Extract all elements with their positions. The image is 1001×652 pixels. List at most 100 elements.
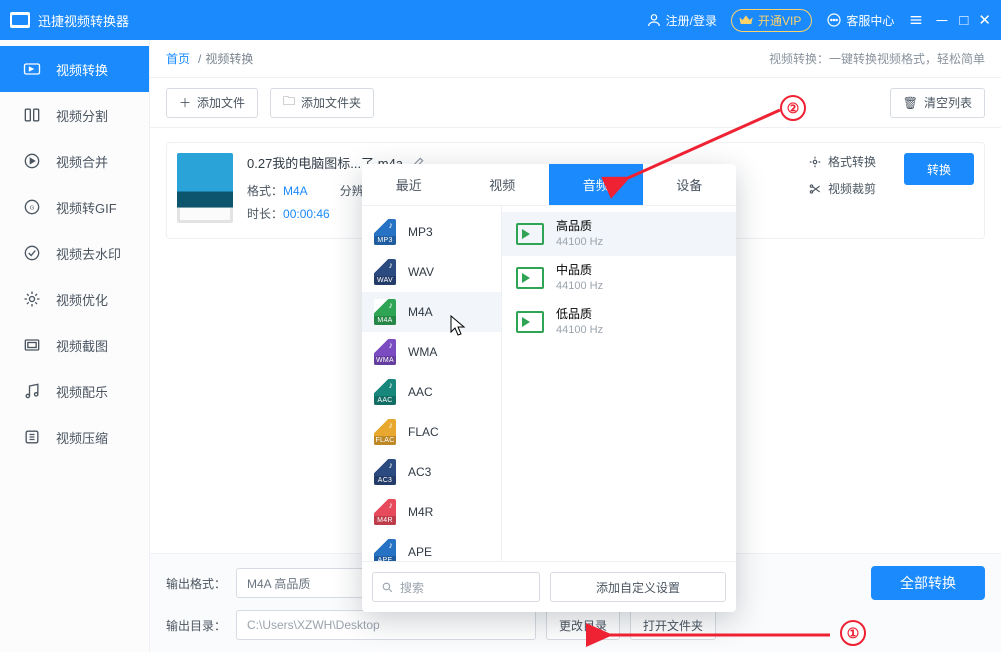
format-item-ac3[interactable]: AC3 (362, 452, 501, 492)
format-item-m4r[interactable]: M4R (362, 492, 501, 532)
close-button[interactable]: ✕ (978, 11, 991, 29)
format-convert-action[interactable]: 格式转换 (808, 153, 876, 170)
titlebar: 迅捷视频转换器 注册/登录 开通VIP 客服中心 － □ ✕ (0, 0, 1001, 40)
add-file-button[interactable]: ＋添加文件 (166, 88, 258, 118)
sidebar-item-label: 视频优化 (56, 290, 108, 309)
chat-icon (826, 12, 842, 28)
convert-button[interactable]: 转换 (904, 153, 974, 185)
file-format: M4A (283, 184, 308, 198)
quality-item-1[interactable]: 中品质44100 Hz (502, 256, 736, 300)
change-dir-button[interactable]: 更改目录 (546, 610, 620, 640)
search-placeholder: 搜索 (400, 579, 424, 596)
sidebar-item-convert[interactable]: 视频转换 (0, 46, 149, 92)
sidebar-item-split[interactable]: 视频分割 (0, 92, 149, 138)
format-popup: 最近 视频 音频 设备 MP3 WAV M4A WMA AAC FLAC AC3 M4R APE… (362, 164, 736, 612)
open-dir-label: 打开文件夹 (643, 617, 703, 634)
sidebar-item-compress[interactable]: 视频压缩 (0, 414, 149, 460)
format-label: AC3 (408, 465, 431, 479)
sidebar-item-optimize[interactable]: 视频优化 (0, 276, 149, 322)
quality-sub: 44100 Hz (556, 323, 603, 337)
open-dir-button[interactable]: 打开文件夹 (630, 610, 716, 640)
quality-title: 低品质 (556, 307, 603, 323)
quality-icon (516, 311, 544, 333)
folder-icon: 🗀 (283, 92, 295, 113)
format-label: M4A (408, 305, 433, 319)
format-search-input[interactable]: 搜索 (372, 572, 540, 602)
svg-text:G: G (30, 206, 35, 212)
trash-icon: 🗑 (903, 96, 918, 110)
sidebar-item-music[interactable]: 视频配乐 (0, 368, 149, 414)
format-item-aac[interactable]: AAC (362, 372, 501, 412)
sidebar-item-watermark[interactable]: 视频去水印 (0, 230, 149, 276)
add-custom-button[interactable]: 添加自定义设置 (550, 572, 726, 602)
format-item-wav[interactable]: WAV (362, 252, 501, 292)
menu-button[interactable] (908, 12, 924, 28)
sidebar-item-merge[interactable]: 视频合并 (0, 138, 149, 184)
menu-icon (908, 12, 924, 28)
sidebar-item-screenshot[interactable]: 视频截图 (0, 322, 149, 368)
sidebar-item-label: 视频转换 (56, 60, 108, 79)
file-actions: 格式转换 视频裁剪 (808, 153, 876, 197)
clear-label: 清空列表 (924, 94, 972, 111)
format-file-icon (374, 299, 396, 325)
format-item-m4a[interactable]: M4A (362, 292, 501, 332)
format-label: WMA (408, 345, 437, 359)
video-crop-action[interactable]: 视频裁剪 (808, 180, 876, 197)
convert-all-label: 全部转换 (900, 573, 956, 593)
breadcrumb-separator: / (198, 52, 201, 66)
crown-icon (738, 12, 754, 28)
user-icon (646, 12, 662, 28)
format-label: MP3 (408, 225, 433, 239)
quality-list[interactable]: 高品质44100 Hz中品质44100 Hz低品质44100 Hz (502, 206, 736, 561)
breadcrumb: 首页 / 视频转换 视频转换：一键转换视频格式，轻松简单 (150, 40, 1001, 78)
help-link[interactable]: 客服中心 (826, 12, 894, 29)
maximize-button[interactable]: □ (959, 12, 968, 29)
tab-audio[interactable]: 音频 (549, 164, 643, 205)
quality-sub: 44100 Hz (556, 235, 603, 249)
quality-item-0[interactable]: 高品质44100 Hz (502, 212, 736, 256)
format-label: M4R (408, 505, 433, 519)
quality-title: 中品质 (556, 263, 603, 279)
format-file-icon (374, 339, 396, 365)
output-dir-field[interactable]: C:\Users\XZWH\Desktop (236, 610, 536, 640)
account-link[interactable]: 注册/登录 (646, 12, 717, 29)
quality-icon (516, 267, 544, 289)
output-dir-label: 输出目录： (166, 617, 226, 634)
tab-recent[interactable]: 最近 (362, 164, 456, 205)
format-label: APE (408, 545, 432, 559)
tab-label: 视频 (489, 175, 515, 194)
file-dur-label: 时长： (247, 207, 283, 221)
minimize-button[interactable]: － (934, 10, 949, 31)
sidebar-item-label: 视频配乐 (56, 382, 108, 401)
quality-item-2[interactable]: 低品质44100 Hz (502, 300, 736, 344)
clear-list-button[interactable]: 🗑 清空列表 (890, 88, 985, 118)
plus-icon: ＋ (179, 94, 191, 111)
tab-video[interactable]: 视频 (456, 164, 550, 205)
help-label: 客服中心 (846, 12, 894, 29)
format-list[interactable]: MP3 WAV M4A WMA AAC FLAC AC3 M4R APE (362, 206, 502, 561)
add-folder-button[interactable]: 🗀添加文件夹 (270, 88, 374, 118)
file-thumbnail (177, 153, 233, 223)
app-title: 迅捷视频转换器 (38, 11, 129, 30)
format-file-icon (374, 419, 396, 445)
search-icon (381, 581, 394, 594)
video-crop-label: 视频裁剪 (828, 180, 876, 197)
format-label: AAC (408, 385, 433, 399)
format-item-ape[interactable]: APE (362, 532, 501, 561)
output-format-label: 输出格式： (166, 575, 226, 592)
tab-device[interactable]: 设备 (643, 164, 737, 205)
file-format-label: 格式： (247, 184, 283, 198)
format-file-icon (374, 219, 396, 245)
breadcrumb-home[interactable]: 首页 (166, 50, 190, 67)
quality-icon (516, 223, 544, 245)
format-file-icon (374, 499, 396, 525)
vip-button[interactable]: 开通VIP (731, 9, 812, 32)
convert-all-button[interactable]: 全部转换 (871, 566, 985, 600)
sidebar-item-gif[interactable]: G视频转GIF (0, 184, 149, 230)
file-duration: 00:00:46 (283, 207, 330, 221)
format-item-mp3[interactable]: MP3 (362, 212, 501, 252)
sidebar-item-label: 视频合并 (56, 152, 108, 171)
format-item-flac[interactable]: FLAC (362, 412, 501, 452)
output-dir-value: C:\Users\XZWH\Desktop (247, 618, 380, 632)
format-item-wma[interactable]: WMA (362, 332, 501, 372)
